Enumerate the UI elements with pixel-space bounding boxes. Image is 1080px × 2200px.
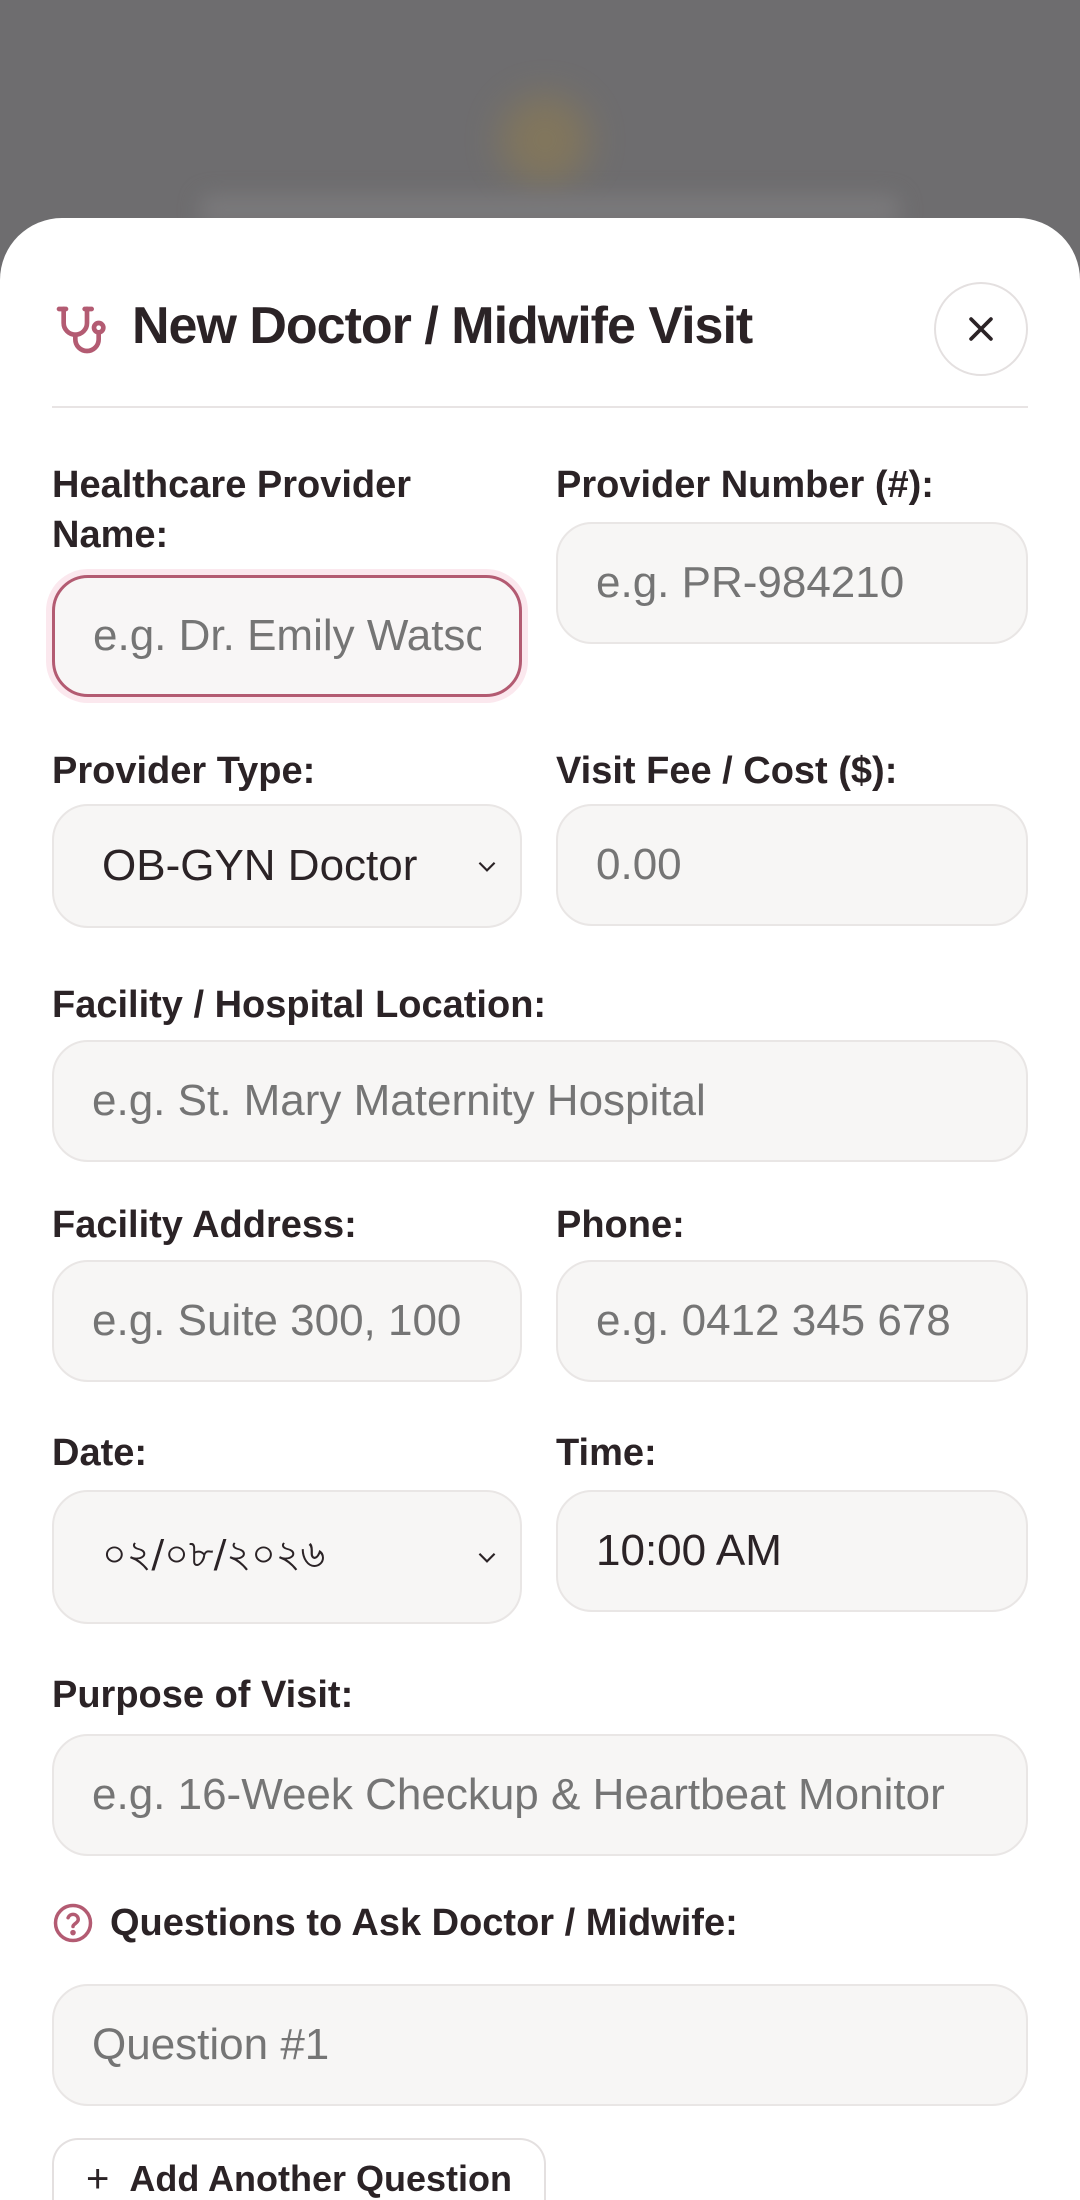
background-blur-shape — [500, 95, 590, 185]
provider-number-label: Provider Number (#): — [556, 464, 934, 506]
provider-name-label: Healthcare Provider Name: — [52, 464, 412, 556]
question-item — [52, 1984, 1028, 2114]
chevron-down-icon — [478, 1552, 496, 1563]
facility-address-label: Facility Address: — [52, 1204, 357, 1246]
add-question-label: Add Another Question — [129, 2158, 512, 2199]
facility-address-field: Facility Address: — [52, 1200, 522, 1400]
phone-input[interactable] — [556, 1260, 1028, 1382]
provider-type-select[interactable]: OB-GYN Doctor — [52, 804, 522, 928]
provider-type-field: Provider Type: OB-GYN Doctor — [52, 746, 522, 946]
purpose-input[interactable] — [52, 1734, 1028, 1856]
time-field: Time: 10:00 AM — [556, 1428, 1028, 1628]
date-label: Date: — [52, 1432, 148, 1474]
date-picker[interactable]: ০২/০৮/২০২৬ — [52, 1490, 522, 1624]
provider-type-value: OB-GYN Doctor — [102, 841, 418, 890]
visit-fee-label: Visit Fee / Cost ($): — [556, 750, 898, 792]
close-button[interactable] — [934, 282, 1028, 376]
facility-address-input[interactable] — [52, 1260, 522, 1382]
date-value: ০২/০৮/২০২৬ — [102, 1532, 326, 1576]
questions-label: Questions to Ask Doctor / Midwife: — [110, 1902, 738, 1944]
add-question-button[interactable]: + Add Another Question — [52, 2138, 546, 2200]
provider-name-field: Healthcare Provider Name: — [52, 460, 522, 710]
questions-header: Questions to Ask Doctor / Midwife: — [52, 1898, 738, 1948]
provider-name-input[interactable] — [52, 575, 522, 697]
purpose-label: Purpose of Visit: — [52, 1674, 354, 1716]
provider-type-label: Provider Type: — [52, 750, 316, 792]
facility-label: Facility / Hospital Location: — [52, 984, 547, 1026]
modal-title: New Doctor / Midwife Visit — [132, 297, 753, 355]
visit-form-sheet: New Doctor / Midwife Visit Healthcare Pr… — [0, 218, 1080, 2200]
time-label: Time: — [556, 1432, 657, 1474]
question-1-input[interactable] — [52, 1984, 1028, 2106]
facility-field: Facility / Hospital Location: — [52, 980, 1028, 1180]
stethoscope-icon — [56, 306, 106, 354]
close-icon — [969, 317, 993, 341]
phone-label: Phone: — [556, 1204, 685, 1246]
provider-number-input[interactable] — [556, 522, 1028, 644]
facility-input[interactable] — [52, 1040, 1028, 1162]
chevron-down-icon — [478, 861, 496, 872]
time-value: 10:00 AM — [596, 1526, 782, 1575]
provider-number-field: Provider Number (#): — [556, 460, 1028, 660]
phone-field: Phone: — [556, 1200, 1028, 1400]
question-circle-icon — [53, 1903, 93, 1943]
visit-fee-field: Visit Fee / Cost ($): — [556, 746, 1028, 946]
modal-header: New Doctor / Midwife Visit — [52, 218, 1028, 408]
purpose-field: Purpose of Visit: — [52, 1670, 1028, 1870]
date-field: Date: ০২/০৮/২০২৬ — [52, 1428, 522, 1628]
visit-fee-input[interactable] — [556, 804, 1028, 926]
plus-icon: + — [86, 2156, 110, 2200]
time-input[interactable]: 10:00 AM — [556, 1490, 1028, 1612]
